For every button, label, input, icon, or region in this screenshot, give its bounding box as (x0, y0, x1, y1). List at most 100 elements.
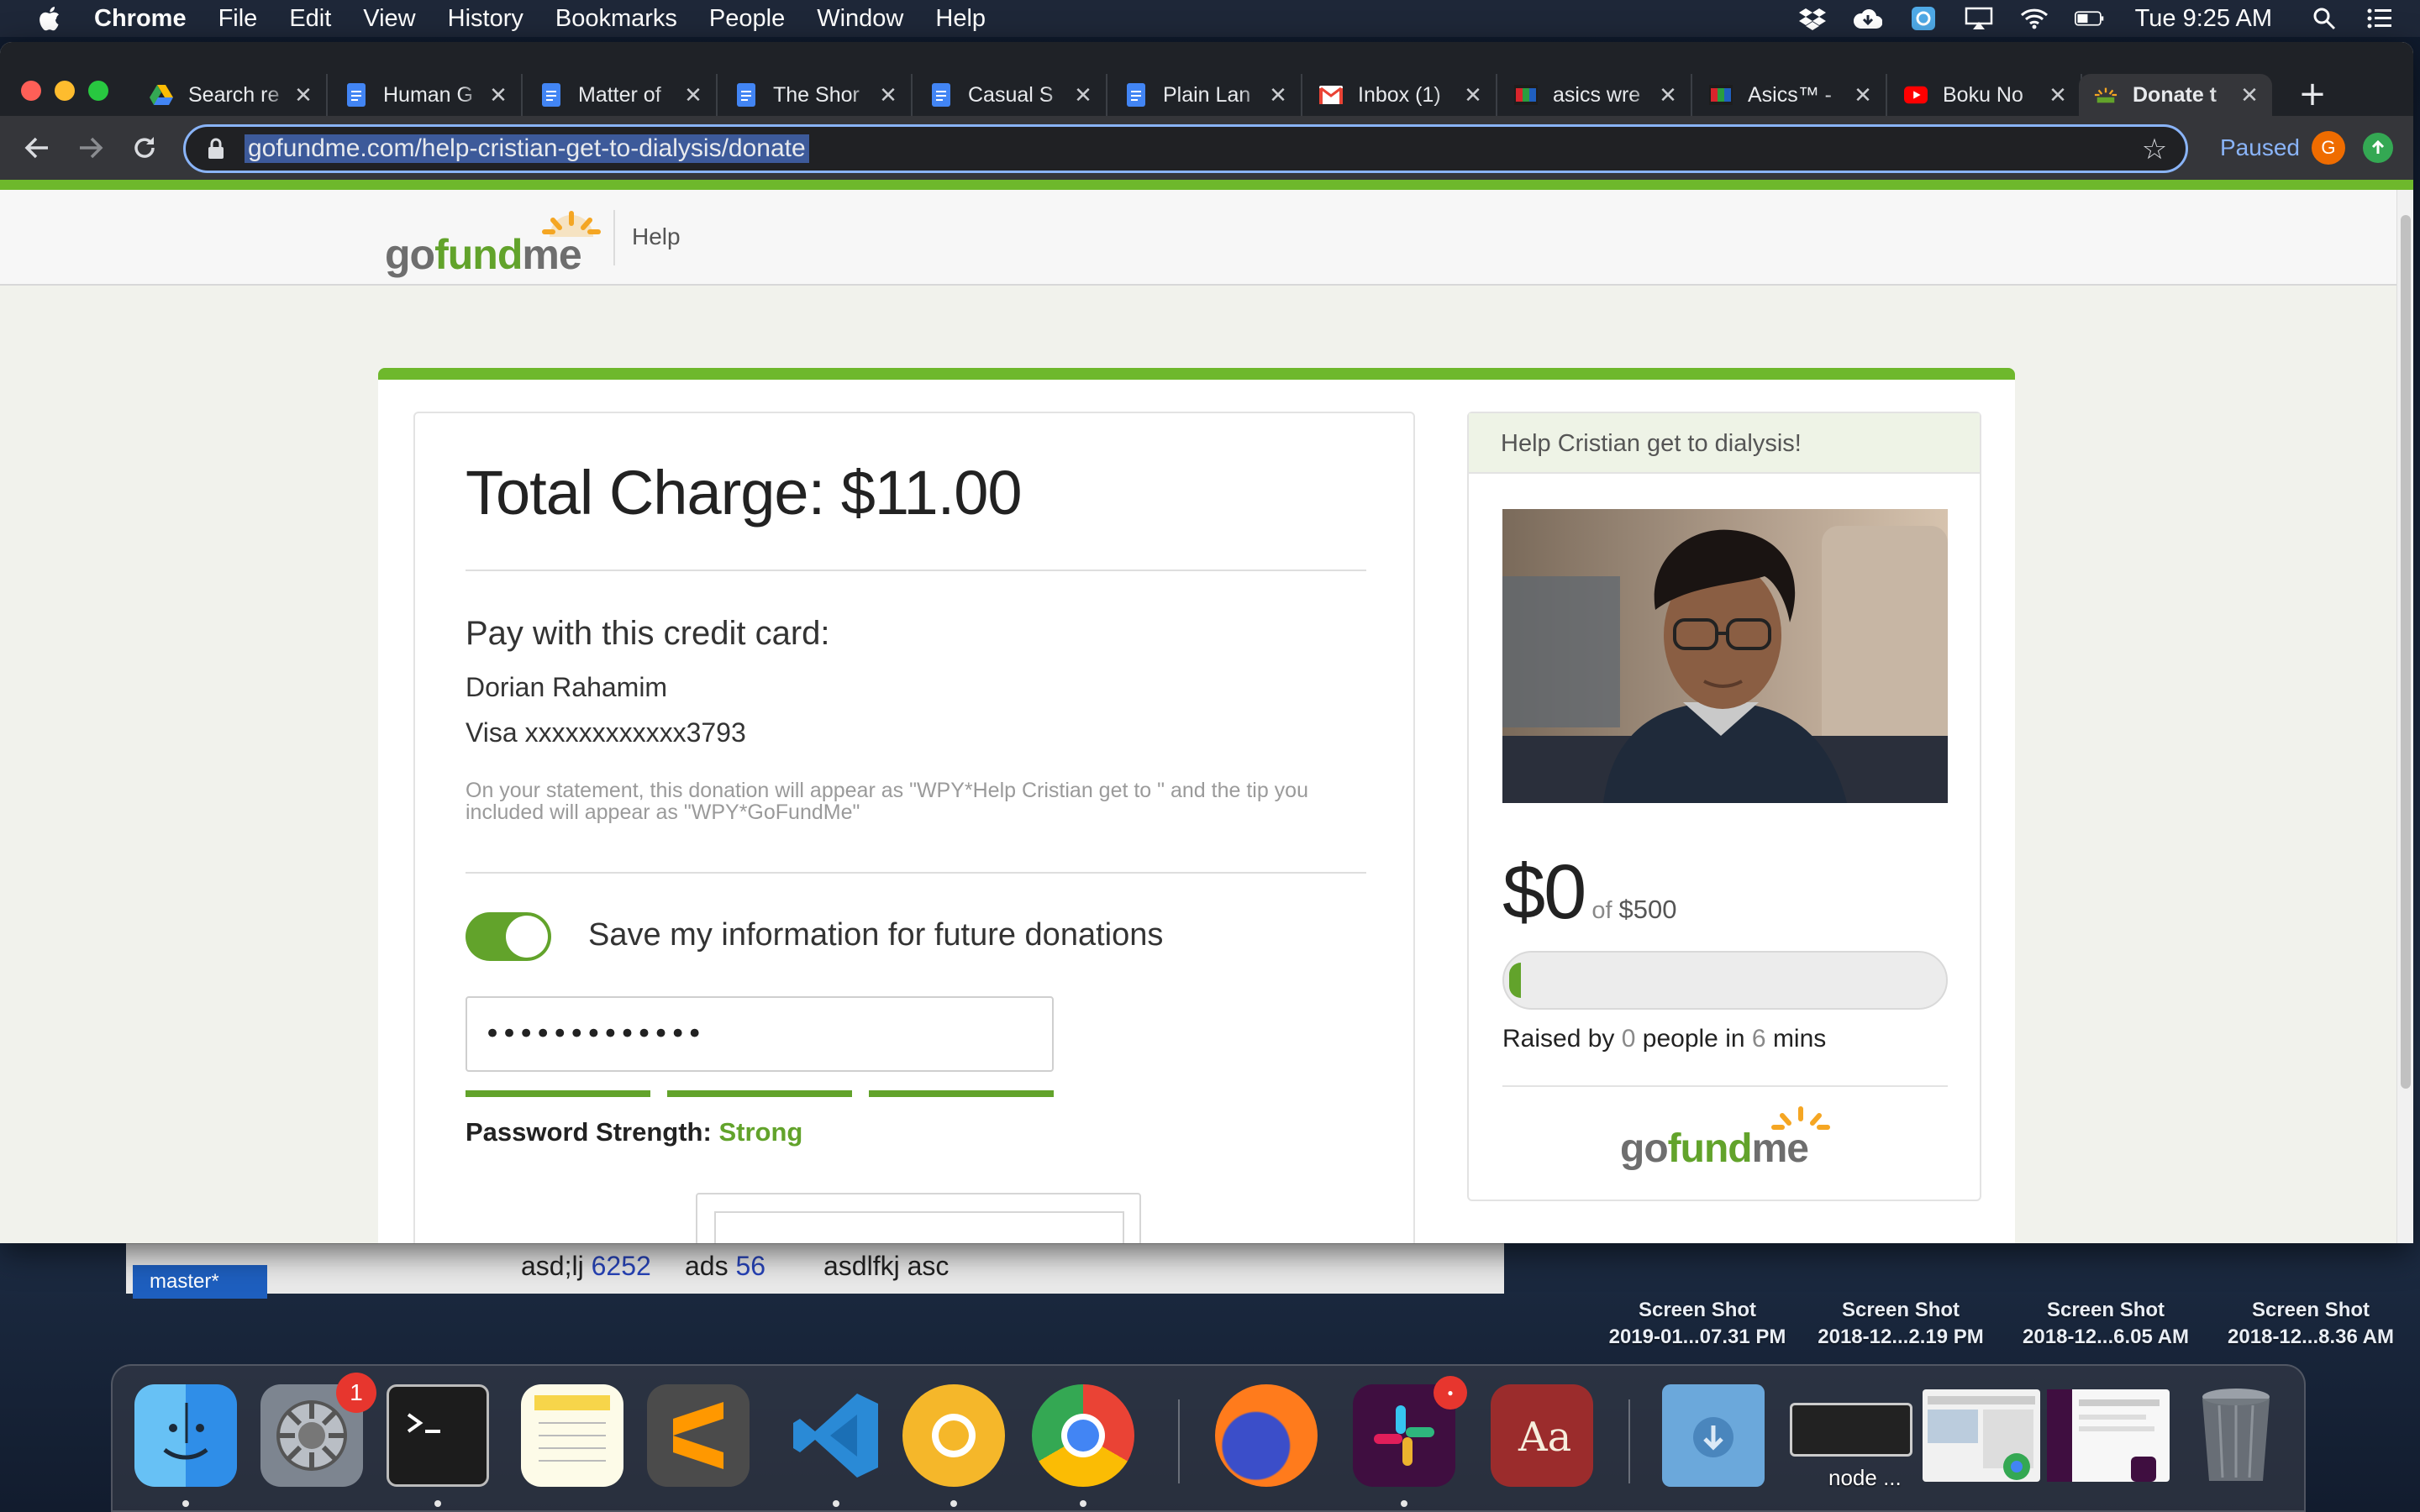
desktop-file-screenshot-3[interactable]: Screen Shot 2018-12...6.05 AM (2005, 1297, 2207, 1351)
firefox-icon[interactable] (1215, 1384, 1318, 1487)
menu-history[interactable]: History (448, 5, 523, 33)
toggle-knob (506, 916, 548, 958)
gofundme-logo[interactable]: go fund me (385, 207, 612, 278)
creative-cloud-icon[interactable] (1853, 6, 1883, 31)
campaign-photo[interactable] (1502, 509, 1948, 803)
asics-icon (1709, 83, 1733, 107)
divider (466, 872, 1366, 874)
campaign-title[interactable]: Help Cristian get to dialysis! (1501, 430, 1802, 458)
tab-gmail-inbox[interactable]: Inbox (1) ✕ (1304, 74, 1497, 116)
tab-label: asics wre (1553, 82, 1641, 107)
notes-icon[interactable] (521, 1384, 623, 1487)
menu-bar-clock[interactable]: Tue 9:25 AM (2135, 5, 2272, 33)
new-tab-button[interactable]: + (2294, 75, 2331, 113)
window-zoom-button[interactable] (88, 81, 108, 101)
node-window-thumbnail[interactable] (1790, 1403, 1912, 1457)
page-scrollbar[interactable] (2396, 190, 2413, 1243)
menu-edit[interactable]: Edit (289, 5, 331, 33)
extension-icon[interactable] (1908, 6, 1939, 31)
desktop-file-screenshot-1[interactable]: Screen Shot 2019-01...07.31 PM (1597, 1297, 1798, 1351)
downloads-folder-icon[interactable] (1662, 1384, 1765, 1487)
menu-help[interactable]: Help (935, 5, 986, 33)
tab-close-icon[interactable]: ✕ (291, 82, 316, 108)
back-arrow-icon[interactable] (18, 129, 55, 166)
menu-view[interactable]: View (363, 5, 415, 33)
tab-close-icon[interactable]: ✕ (486, 82, 511, 108)
tab-close-icon[interactable]: ✕ (1265, 82, 1291, 108)
password-input[interactable] (466, 996, 1054, 1072)
vscode-icon[interactable] (785, 1384, 887, 1487)
airplay-icon[interactable] (1964, 6, 1994, 31)
spotlight-search-icon[interactable] (2309, 6, 2339, 31)
tab-human-doc[interactable]: Human G ✕ (329, 74, 523, 116)
trash-icon[interactable] (2185, 1384, 2287, 1487)
tab-close-icon[interactable]: ✕ (1850, 82, 1876, 108)
tab-plain-doc[interactable]: Plain Lan ✕ (1109, 74, 1302, 116)
forward-arrow-icon[interactable] (72, 129, 109, 166)
tab-gofundme-donate[interactable]: Donate t ✕ (2079, 74, 2272, 116)
menu-people[interactable]: People (709, 5, 785, 33)
save-info-label[interactable]: Save my information for future donations (588, 917, 1163, 953)
tab-asics-search[interactable]: asics wre ✕ (1499, 74, 1692, 116)
update-arrow-icon[interactable] (2363, 133, 2393, 163)
address-bar[interactable]: gofundme.com/help-cristian-get-to-dialys… (183, 124, 2188, 173)
dictionary-icon[interactable]: Aa (1491, 1384, 1593, 1487)
lock-icon[interactable] (199, 132, 233, 165)
battery-icon[interactable] (2074, 6, 2105, 31)
tab-search-drive[interactable]: Search re ✕ (134, 74, 328, 116)
menu-file[interactable]: File (218, 5, 258, 33)
background-editor-window[interactable]: asd;lj 6252 ads 56 asdlfkj asc (126, 1243, 1504, 1294)
menu-bookmarks[interactable]: Bookmarks (555, 5, 677, 33)
desktop-file-screenshot-4[interactable]: Screen Shot 2018-12...8.36 AM (2210, 1297, 2412, 1351)
sublime-text-icon[interactable] (647, 1384, 750, 1487)
save-info-toggle[interactable] (466, 912, 551, 961)
profile-sync-button[interactable]: Paused G (2207, 126, 2359, 170)
site-header: go fund me Help (0, 190, 2396, 286)
url-text[interactable]: gofundme.com/help-cristian-get-to-dialys… (245, 134, 809, 163)
dock-label-node: node ... (1828, 1465, 1902, 1490)
notification-center-icon[interactable] (2365, 6, 2395, 31)
tab-close-icon[interactable]: ✕ (681, 82, 706, 108)
tab-close-icon[interactable]: ✕ (2045, 82, 2070, 108)
menu-window[interactable]: Window (817, 5, 903, 33)
tab-close-icon[interactable]: ✕ (2237, 82, 2262, 108)
logo-wordmark: go fund me (385, 230, 582, 279)
tab-youtube-boku[interactable]: Boku No ✕ (1889, 74, 2082, 116)
chrome-canary-icon[interactable] (902, 1384, 1005, 1487)
desktop-file-screenshot-2[interactable]: Screen Shot 2018-12...2.19 PM (1800, 1297, 2002, 1351)
bookmark-star-icon[interactable]: ☆ (2137, 132, 2172, 167)
window-minimize-button[interactable] (55, 81, 75, 101)
reload-icon[interactable] (126, 129, 163, 166)
chrome-icon[interactable] (1032, 1384, 1134, 1487)
finder-icon[interactable] (134, 1384, 237, 1487)
slack-thumbnail[interactable] (2047, 1389, 2170, 1482)
file-name-line1: Screen Shot (2046, 1299, 2165, 1321)
strength-bar (869, 1090, 1054, 1097)
header-divider (613, 210, 615, 265)
tab-casual-doc[interactable]: Casual S ✕ (914, 74, 1107, 116)
running-indicator (950, 1500, 957, 1507)
google-docs-icon (345, 83, 368, 107)
help-link[interactable]: Help (632, 223, 681, 250)
people-count: 0 (1621, 1025, 1636, 1053)
logo-go: go (385, 231, 435, 278)
tab-asics-store[interactable]: Asics™ - ✕ (1694, 74, 1887, 116)
wifi-icon[interactable] (2019, 6, 2049, 31)
scrollbar-thumb[interactable] (2401, 215, 2411, 1089)
git-branch-status[interactable]: master* (133, 1265, 267, 1299)
tab-close-icon[interactable]: ✕ (1460, 82, 1486, 108)
tab-short-doc[interactable]: The Shor ✕ (719, 74, 913, 116)
tab-close-icon[interactable]: ✕ (1655, 82, 1681, 108)
captcha-widget[interactable] (696, 1193, 1141, 1243)
tab-close-icon[interactable]: ✕ (876, 82, 901, 108)
tab-matter-doc[interactable]: Matter of ✕ (524, 74, 718, 116)
window-close-button[interactable] (21, 81, 41, 101)
terminal-icon[interactable] (387, 1384, 489, 1487)
screenshot-thumbnail[interactable] (1923, 1389, 2040, 1482)
tab-label: Human G (383, 82, 473, 107)
file-name-line1: Screen Shot (2251, 1299, 2370, 1321)
dropbox-icon[interactable] (1797, 6, 1828, 31)
apple-menu-icon[interactable] (32, 2, 66, 35)
menu-app-chrome[interactable]: Chrome (94, 5, 187, 33)
tab-close-icon[interactable]: ✕ (1071, 82, 1096, 108)
